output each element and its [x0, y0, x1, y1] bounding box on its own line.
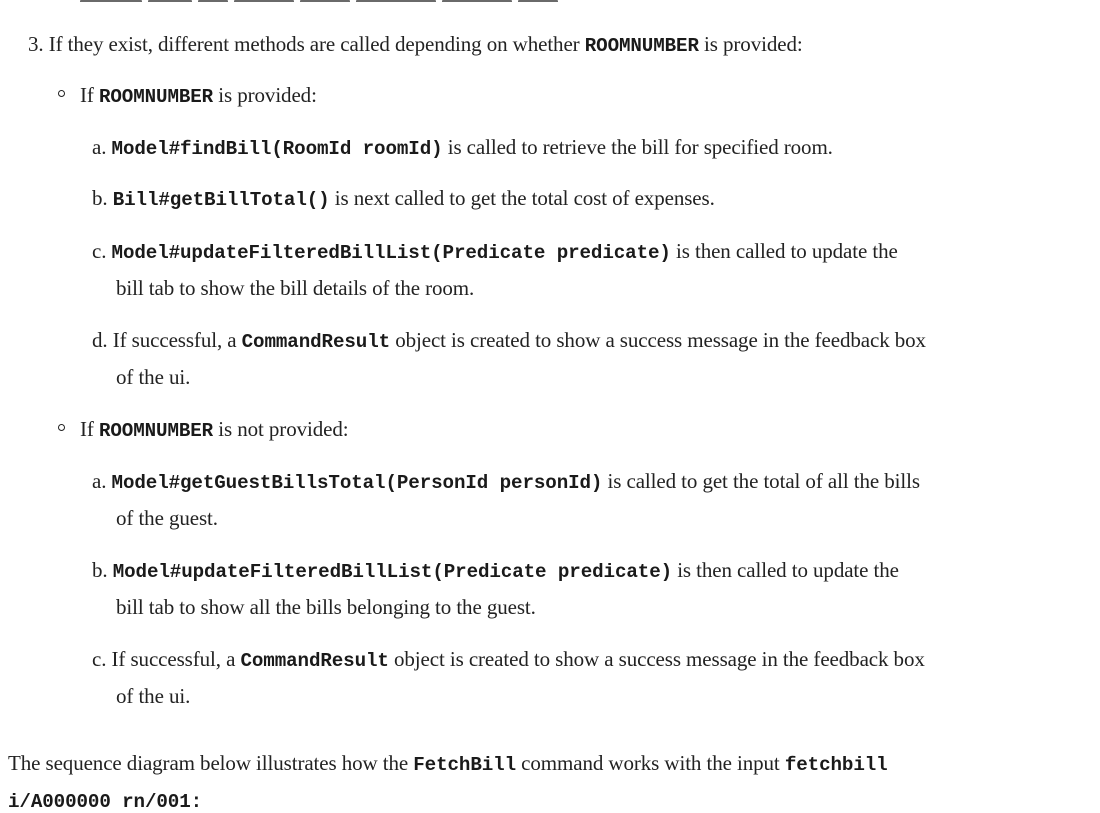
sequence-intro-continuation: i/A000000 rn/001: [8, 790, 202, 812]
list-item-continuation: bill tab to show the bill details of the… [116, 278, 474, 299]
bullet-room-provided: If ROOMNUMBER is provided: [80, 85, 317, 107]
step-3-text-end: is provided: [704, 32, 803, 56]
bullet-suffix: is not provided: [218, 417, 349, 441]
item-text: is then called to update the [676, 239, 898, 263]
list-item-continuation: of the guest. [116, 508, 218, 529]
step-3-line: 3. If they exist, different methods are … [28, 34, 803, 56]
item-text: of the ui. [116, 365, 191, 389]
roomnumber-code: ROOMNUMBER [584, 35, 699, 57]
item-marker: a. [92, 469, 107, 493]
method-code: Model#getGuestBillsTotal(PersonId person… [111, 472, 603, 494]
item-text: object is created to show a success mess… [395, 328, 926, 352]
bullet-icon [58, 424, 65, 431]
paragraph-text: The sequence diagram below illustrates h… [8, 751, 409, 775]
item-text: of the guest. [116, 506, 218, 530]
list-item: c. Model#updateFilteredBillList(Predicat… [92, 241, 898, 263]
roomnumber-code: ROOMNUMBER [98, 86, 214, 108]
bullet-suffix: is provided: [218, 83, 317, 107]
command-code: FetchBill [413, 754, 516, 776]
item-marker: c. [92, 239, 107, 263]
method-code: Bill#getBillTotal() [112, 189, 330, 211]
item-text: object is created to show a success mess… [394, 647, 925, 671]
list-item: a. Model#findBill(RoomId roomId) is call… [92, 137, 833, 159]
paragraph-text: command works with the input [521, 751, 780, 775]
item-text: is next called to get the total cost of … [334, 186, 715, 210]
step-3-marker: 3. [28, 32, 44, 56]
bullet-icon [58, 90, 65, 97]
item-marker: a. [92, 135, 107, 159]
bullet-prefix: If [80, 417, 94, 441]
step-3-text: If they exist, different methods are cal… [48, 32, 580, 56]
item-text: is called to get the total of all the bi… [607, 469, 920, 493]
list-item: c. If successful, a CommandResult object… [92, 649, 925, 671]
list-item: a. Model#getGuestBillsTotal(PersonId per… [92, 471, 920, 493]
class-code: CommandResult [240, 650, 389, 672]
item-text: of the ui. [116, 684, 191, 708]
bullet-prefix: If [80, 83, 94, 107]
item-text: bill tab to show the bill details of the… [116, 276, 475, 300]
method-code: Model#updateFilteredBillList(Predicate p… [111, 242, 671, 264]
item-marker: b. [92, 558, 108, 582]
list-item-continuation: of the ui. [116, 367, 190, 388]
list-item: b. Bill#getBillTotal() is next called to… [92, 188, 715, 210]
class-code: CommandResult [241, 331, 391, 353]
method-code: Model#findBill(RoomId roomId) [111, 138, 443, 160]
roomnumber-code: ROOMNUMBER [98, 420, 214, 442]
cropped-previous-line [80, 0, 720, 2]
item-text: is then called to update the [677, 558, 899, 582]
bullet-room-not-provided: If ROOMNUMBER is not provided: [80, 419, 349, 441]
item-marker: b. [92, 186, 108, 210]
input-code: fetchbill [784, 754, 888, 776]
list-item: b. Model#updateFilteredBillList(Predicat… [92, 560, 899, 582]
item-text: If successful, a [111, 647, 236, 671]
sequence-intro-paragraph: The sequence diagram below illustrates h… [8, 753, 888, 775]
item-marker: d. [92, 328, 108, 352]
item-text: bill tab to show all the bills belonging… [116, 595, 536, 619]
item-text: If successful, a [112, 328, 237, 352]
method-code: Model#updateFilteredBillList(Predicate p… [112, 561, 673, 583]
list-item: d. If successful, a CommandResult object… [92, 330, 926, 352]
list-item-continuation: bill tab to show all the bills belonging… [116, 597, 536, 618]
item-text: is called to retrieve the bill for speci… [447, 135, 833, 159]
item-marker: c. [92, 647, 107, 671]
list-item-continuation: of the ui. [116, 686, 190, 707]
